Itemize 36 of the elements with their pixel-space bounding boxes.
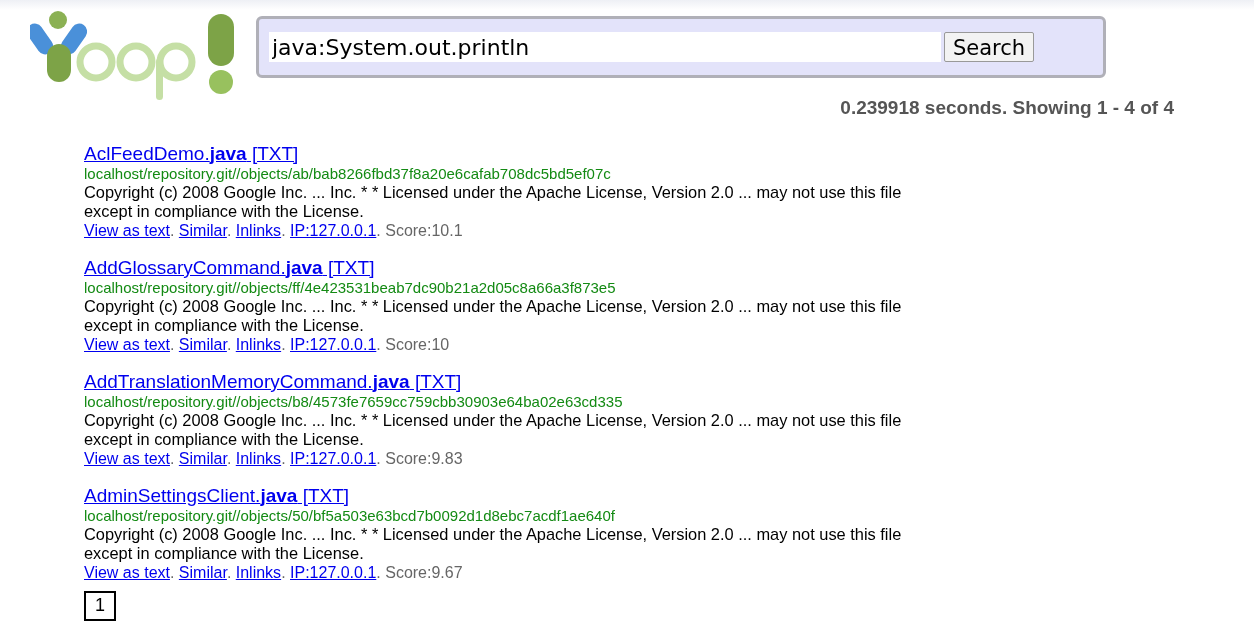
result-url: localhost/repository.git//objects/50/bf5a503e63bcd7b0092d1d8ebc7acdf1ae640f bbox=[84, 506, 616, 525]
results-summary: 0.239918 seconds. Showing 1 - 4 of 4 bbox=[840, 96, 1174, 120]
result-snippet: Copyright (c) 2008 Google Inc. ... Inc. * * Licensed under the Apache License, Version 2.0 ... may not use this file except in compliance with the License. bbox=[84, 410, 903, 449]
result-action-link[interactable]: Similar bbox=[178, 335, 227, 353]
result-title-link[interactable]: AddGlossaryCommand.java [TXT] bbox=[84, 256, 375, 279]
result-action-link[interactable]: Inlinks bbox=[235, 335, 282, 353]
result-url: localhost/repository.git//objects/b8/4573fe7659cc759cbb30903e64ba02e63cd335 bbox=[84, 392, 624, 411]
search-button[interactable]: Search bbox=[944, 32, 1035, 62]
result-actions: View as text. Similar. Inlinks. IP:127.0.0.1. Score:10.1 bbox=[84, 220, 464, 240]
result-action-link[interactable]: Similar bbox=[178, 449, 227, 467]
result-action-link[interactable]: IP:127.0.0.1 bbox=[290, 563, 377, 581]
result-action-link[interactable]: View as text bbox=[84, 563, 170, 581]
result-action-link[interactable]: IP:127.0.0.1 bbox=[290, 221, 377, 239]
result-url: localhost/repository.git//objects/ff/4e423531beab7dc90b21a2d05c8a66a3f873e5 bbox=[84, 278, 617, 297]
result-action-link[interactable]: IP:127.0.0.1 bbox=[290, 449, 377, 467]
result-action-link[interactable]: Inlinks bbox=[235, 221, 282, 239]
result-action-link[interactable]: View as text bbox=[84, 221, 170, 239]
result-title-link[interactable]: AddTranslationMemoryCommand.java [TXT] bbox=[84, 370, 462, 393]
result-action-link[interactable]: Similar bbox=[178, 221, 227, 239]
result-action-link[interactable]: View as text bbox=[84, 449, 170, 467]
result-action-link[interactable]: Inlinks bbox=[235, 449, 282, 467]
result-snippet: Copyright (c) 2008 Google Inc. ... Inc. * * Licensed under the Apache License, Version 2.0 ... may not use this file except in compliance with the License. bbox=[84, 296, 903, 335]
result-action-link[interactable]: View as text bbox=[84, 335, 170, 353]
result-title-link[interactable]: AdminSettingsClient.java [TXT] bbox=[84, 484, 350, 507]
result-actions: View as text. Similar. Inlinks. IP:127.0.0.1. Score:9.83 bbox=[84, 448, 464, 468]
result-actions: View as text. Similar. Inlinks. IP:127.0.0.1. Score:9.67 bbox=[84, 562, 464, 582]
result-snippet: Copyright (c) 2008 Google Inc. ... Inc. * * Licensed under the Apache License, Version 2.0 ... may not use this file except in compliance with the License. bbox=[84, 524, 903, 563]
result-url: localhost/repository.git//objects/ab/bab8266fbd37f8a20e6cafab708dc5bd5ef07c bbox=[84, 164, 612, 183]
result-snippet: Copyright (c) 2008 Google Inc. ... Inc. * * Licensed under the Apache License, Version 2.0 ... may not use this file except in compliance with the License. bbox=[84, 182, 903, 221]
result-action-link[interactable]: Inlinks bbox=[235, 563, 282, 581]
search-field[interactable]: java:System.out.println bbox=[269, 32, 941, 62]
result-action-link[interactable]: IP:127.0.0.1 bbox=[290, 335, 377, 353]
result-title-link[interactable]: AclFeedDemo.java [TXT] bbox=[84, 142, 299, 165]
page-link[interactable]: 1 bbox=[84, 590, 116, 621]
result-action-link[interactable]: Similar bbox=[178, 563, 227, 581]
result-actions: View as text. Similar. Inlinks. IP:127.0.0.1. Score:10 bbox=[84, 334, 451, 354]
